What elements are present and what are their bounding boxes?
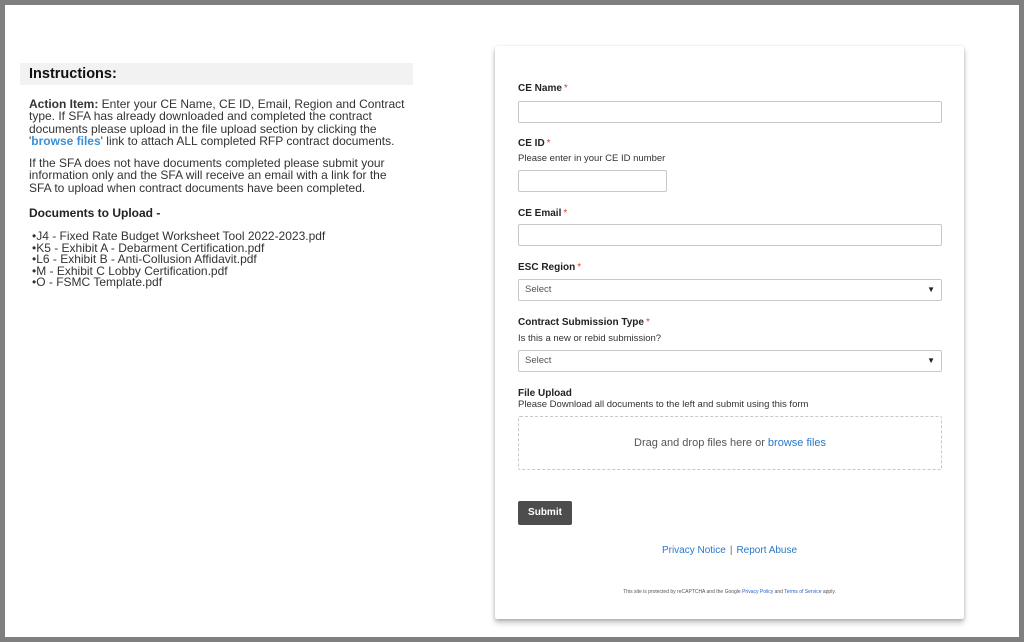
required-asterisk: * bbox=[546, 138, 551, 149]
ce-email-label-text: CE Email bbox=[518, 208, 562, 219]
ce-name-label-text: CE Name bbox=[518, 83, 562, 94]
esc-region-select[interactable]: Select ▼ bbox=[518, 279, 942, 301]
submit-button[interactable]: Submit bbox=[518, 501, 572, 525]
instructions-heading: Instructions: bbox=[20, 63, 413, 85]
action-item-paragraph: Action Item: Enter your CE Name, CE ID, … bbox=[20, 98, 413, 147]
google-terms-link[interactable]: Terms of Service bbox=[784, 589, 821, 595]
file-upload-help: Please Download all documents to the lef… bbox=[518, 399, 809, 410]
browse-files-link[interactable]: browse files bbox=[768, 437, 826, 449]
no-documents-paragraph: If the SFA does not have documents compl… bbox=[29, 156, 387, 195]
google-privacy-policy-link[interactable]: Privacy Policy bbox=[742, 589, 773, 595]
file-upload-label: File Upload bbox=[518, 388, 572, 399]
file-dropzone[interactable]: Drag and drop files here or browse files bbox=[518, 416, 942, 470]
ce-id-label-text: CE ID bbox=[518, 138, 545, 149]
recaptcha-text-2: and bbox=[773, 589, 785, 595]
caret-down-icon: ▼ bbox=[927, 285, 935, 294]
ce-name-input[interactable] bbox=[518, 101, 942, 123]
esc-region-label: ESC Region * bbox=[518, 262, 581, 273]
ce-name-label: CE Name * bbox=[518, 83, 568, 94]
contract-type-select[interactable]: Select ▼ bbox=[518, 350, 942, 372]
ce-email-input[interactable] bbox=[518, 224, 942, 246]
ce-id-input[interactable] bbox=[518, 170, 667, 192]
privacy-notice-link[interactable]: Privacy Notice bbox=[662, 545, 726, 556]
ce-email-label: CE Email * bbox=[518, 208, 567, 219]
esc-region-label-text: ESC Region bbox=[518, 262, 576, 273]
contract-type-label-text: Contract Submission Type bbox=[518, 317, 644, 328]
link-separator: | bbox=[729, 545, 733, 556]
recaptcha-text-1: This site is protected by reCAPTCHA and … bbox=[623, 589, 743, 595]
recaptcha-notice: This site is protected by reCAPTCHA and … bbox=[495, 589, 964, 595]
contract-type-help: Is this a new or rebid submission? bbox=[518, 333, 662, 344]
recaptcha-text-3: apply. bbox=[821, 589, 836, 595]
required-asterisk: * bbox=[577, 262, 582, 273]
caret-down-icon: ▼ bbox=[927, 356, 935, 365]
ce-id-label: CE ID * bbox=[518, 138, 551, 149]
action-item-text-2: ' link to attach ALL completed RFP contr… bbox=[100, 133, 395, 148]
ce-id-help: Please enter in your CE ID number bbox=[518, 153, 666, 164]
contract-type-selected: Select bbox=[525, 355, 552, 366]
browse-files-link-instructions[interactable]: browse files bbox=[31, 134, 100, 148]
dropzone-text: Drag and drop files here or bbox=[634, 437, 768, 449]
contract-type-label: Contract Submission Type * bbox=[518, 317, 650, 328]
required-asterisk: * bbox=[563, 83, 568, 94]
footer-links: Privacy Notice | Report Abuse bbox=[495, 545, 964, 556]
list-item: O - FSMC Template.pdf bbox=[32, 277, 413, 289]
esc-region-selected: Select bbox=[525, 284, 552, 295]
report-abuse-link[interactable]: Report Abuse bbox=[736, 545, 797, 556]
documents-heading: Documents to Upload - bbox=[29, 206, 161, 221]
required-asterisk: * bbox=[645, 317, 650, 328]
instructions-panel: Instructions: Action Item: Enter your CE… bbox=[20, 63, 413, 289]
submission-form-card: CE Name * CE ID * Please enter in your CE … bbox=[495, 46, 964, 619]
documents-list: J4 - Fixed Rate Budget Worksheet Tool 20… bbox=[20, 230, 413, 289]
required-asterisk: * bbox=[563, 208, 568, 219]
